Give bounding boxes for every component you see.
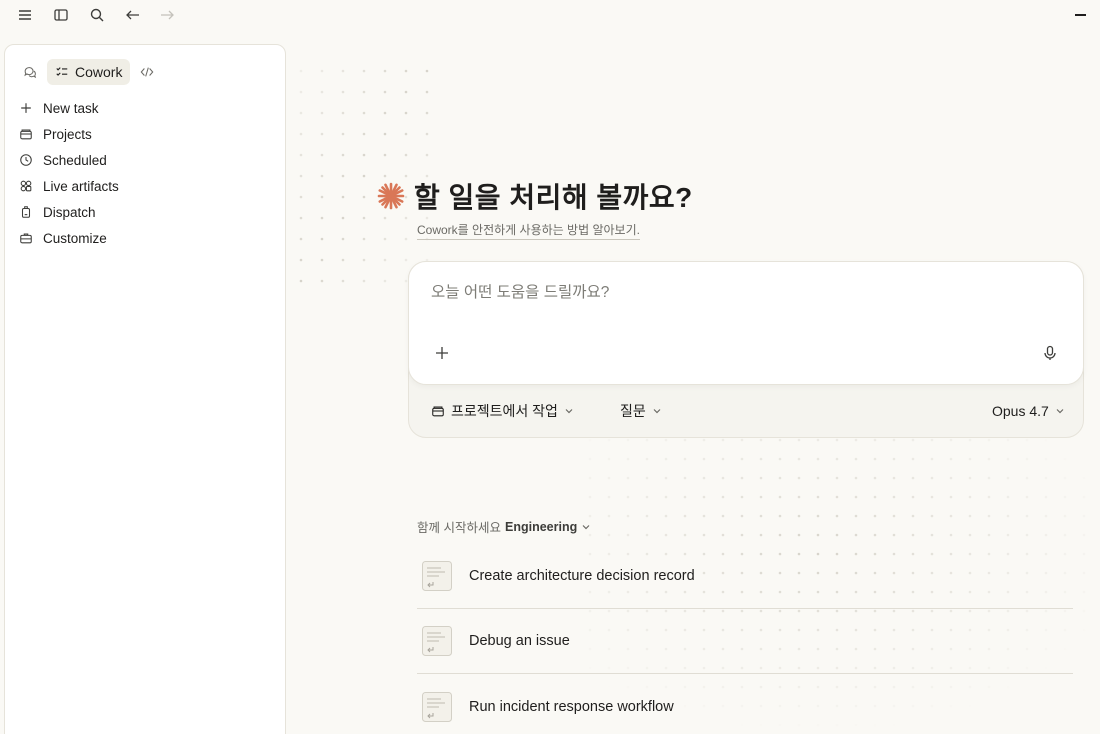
clock-icon <box>20 154 32 166</box>
back-arrow-icon[interactable] <box>122 4 144 26</box>
sidebar-nav: New task Projects Scheduled Live artifac… <box>19 95 269 251</box>
sidebar-item-projects[interactable]: Projects <box>19 121 269 147</box>
chevron-down-icon <box>653 409 661 414</box>
artifacts-icon <box>20 180 32 192</box>
briefcase-icon <box>20 233 32 244</box>
sidebar-item-label: Live artifacts <box>43 178 119 194</box>
sidebar-item-scheduled[interactable]: Scheduled <box>19 147 269 173</box>
prompt-input[interactable] <box>431 284 1051 302</box>
sidebar-item-label: Dispatch <box>43 204 96 220</box>
safety-guide-link-text: Cowork를 안전하게 사용하는 방법 알아보기 <box>417 223 637 237</box>
chevron-down-icon <box>582 524 590 529</box>
title-bar <box>0 0 1100 30</box>
project-select-button[interactable]: 프로젝트에서 작업 <box>431 398 574 424</box>
sidebar-item-dispatch[interactable]: Dispatch <box>19 199 269 225</box>
safety-guide-link-suffix: . <box>636 223 640 237</box>
add-attachment-button[interactable] <box>431 342 453 364</box>
project-select-label: 프로젝트에서 작업 <box>451 403 558 419</box>
model-select-label: Opus 4.7 <box>992 403 1049 419</box>
sidebar-item-new-task[interactable]: New task <box>19 95 269 121</box>
folder-icon <box>20 129 32 140</box>
mode-select-button[interactable]: 질문 <box>620 398 662 424</box>
sidebar-item-label: Scheduled <box>43 152 107 168</box>
sidebar-item-live-artifacts[interactable]: Live artifacts <box>19 173 269 199</box>
sidebar-item-label: Projects <box>43 126 92 142</box>
page-title: 할 일을 처리해 볼까요? <box>414 182 693 213</box>
starter-category-select[interactable]: 함께 시작하세요 Engineering <box>417 517 591 536</box>
chevron-down-icon <box>565 409 573 414</box>
sidebar-item-label: Customize <box>43 230 107 246</box>
document-thumbnail-icon <box>422 561 452 591</box>
chevron-down-icon <box>1056 409 1064 414</box>
folder-icon <box>432 406 444 417</box>
sidebar: Cowork New task Projects Scheduled Live … <box>4 44 286 734</box>
minimize-button[interactable] <box>1075 14 1086 16</box>
starter-task-item[interactable]: Run incident response workflow <box>417 674 1073 734</box>
cowork-mode-tab[interactable]: Cowork <box>47 59 131 85</box>
sidebar-toggle-icon[interactable] <box>50 4 72 26</box>
model-select-button[interactable]: Opus 4.7 <box>992 398 1065 424</box>
composer-footer: 프로젝트에서 작업 질문 Opus 4.7 <box>409 398 1083 424</box>
document-thumbnail-icon <box>422 691 452 722</box>
code-mode-icon[interactable] <box>136 61 158 83</box>
plus-icon <box>436 347 448 359</box>
claude-spark-icon <box>377 182 405 210</box>
starter-task-label: Run incident response workflow <box>469 698 674 715</box>
cowork-mode-label: Cowork <box>75 64 123 80</box>
voice-input-button[interactable] <box>1039 342 1061 364</box>
composer-container: 프로젝트에서 작업 질문 Opus 4.7 <box>408 261 1084 438</box>
starter-task-label: Debug an issue <box>469 633 570 649</box>
composer <box>408 261 1084 385</box>
dispatch-icon <box>21 206 31 218</box>
starter-task-item[interactable]: Debug an issue <box>417 609 1073 674</box>
starter-task-item[interactable]: Create architecture decision record <box>417 544 1073 609</box>
sidebar-item-customize[interactable]: Customize <box>19 225 269 251</box>
search-icon[interactable] <box>86 4 108 26</box>
sidebar-item-label: New task <box>43 100 99 116</box>
safety-guide-link[interactable]: Cowork를 안전하게 사용하는 방법 알아보기. <box>417 221 640 240</box>
starter-category: Engineering <box>504 519 578 534</box>
forward-arrow-icon[interactable] <box>156 4 178 26</box>
starter-task-label: Create architecture decision record <box>469 568 695 584</box>
starter-label: 함께 시작하세요 <box>417 521 501 535</box>
checklist-icon <box>56 67 68 76</box>
mode-switcher: Cowork <box>19 59 158 85</box>
microphone-icon <box>1044 345 1056 360</box>
hero-heading: 할 일을 처리해 볼까요? <box>376 176 693 216</box>
plus-icon <box>21 103 31 113</box>
chat-mode-icon[interactable] <box>19 61 41 83</box>
starter-task-list: Create architecture decision record Debu… <box>417 544 1073 734</box>
menu-icon[interactable] <box>14 4 36 26</box>
mode-select-label: 질문 <box>620 403 646 419</box>
document-thumbnail-icon <box>422 626 452 656</box>
